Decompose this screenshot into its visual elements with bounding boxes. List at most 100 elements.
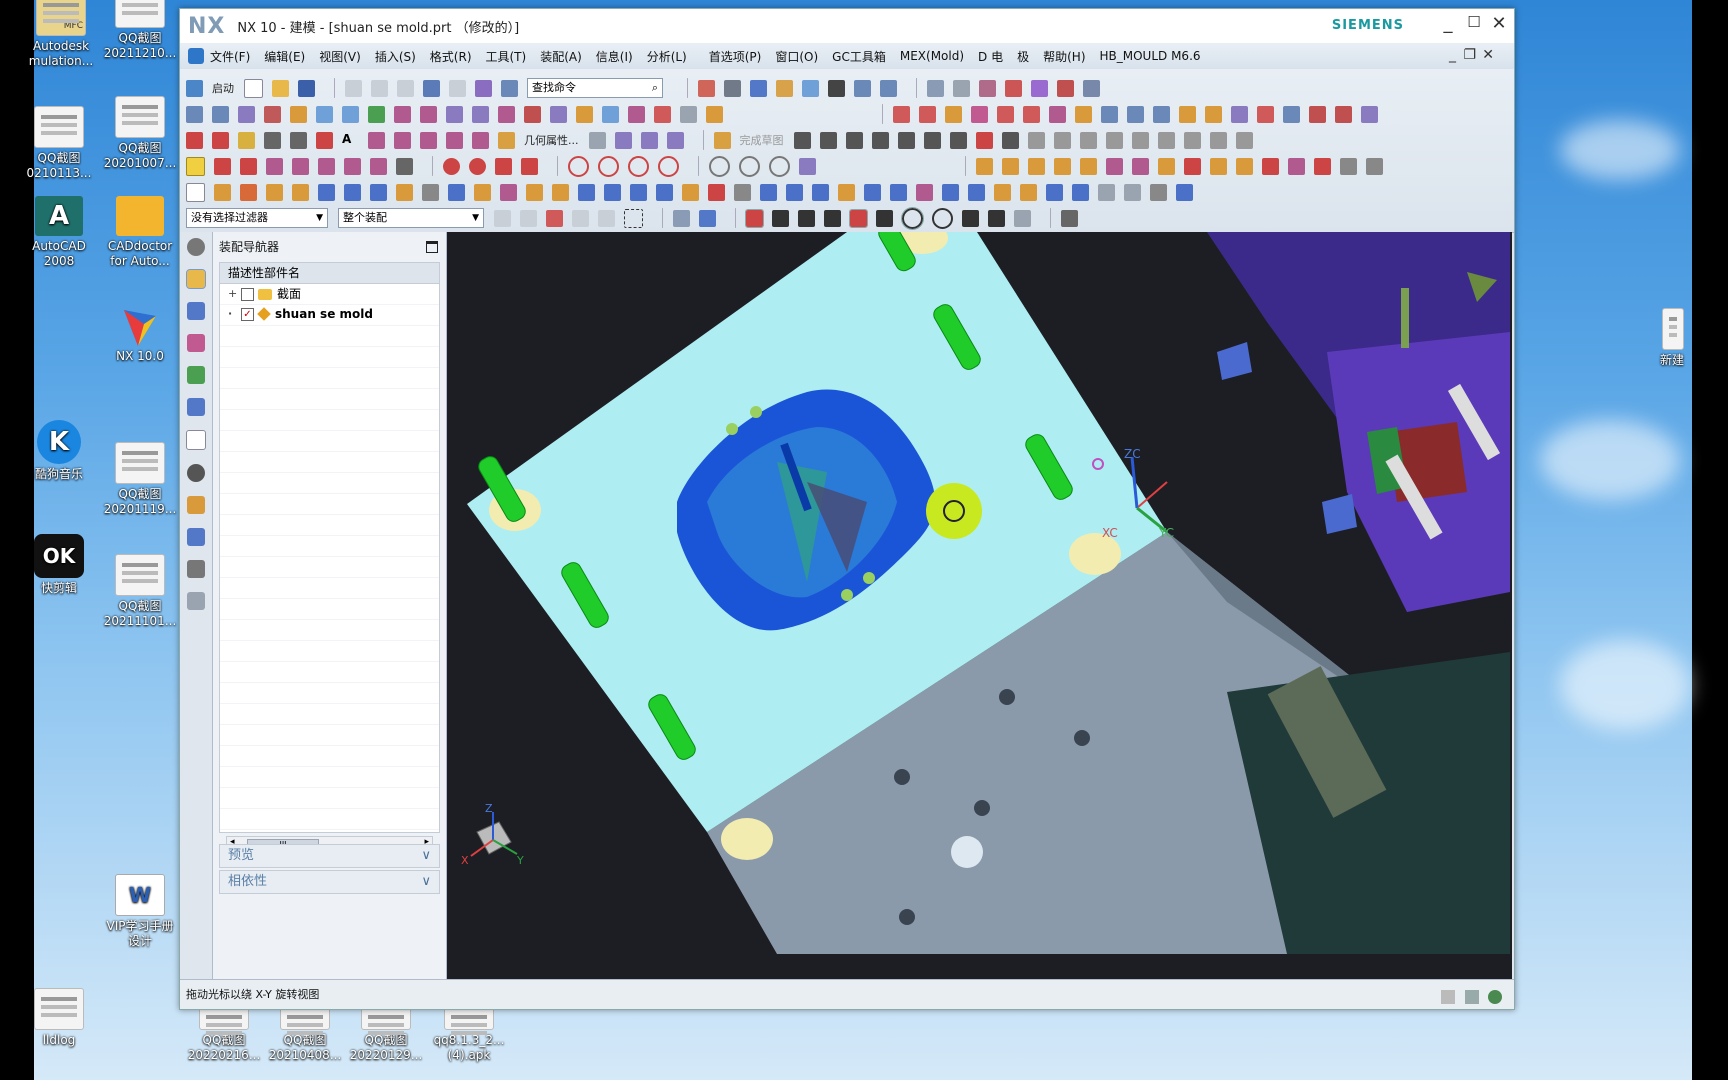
surface-tool-icon[interactable] <box>1309 105 1326 123</box>
offset-curve-icon[interactable] <box>1027 131 1045 149</box>
table-icon[interactable] <box>396 157 413 175</box>
desktop-icon-autodesk[interactable]: MFC Autodesk mulation... <box>20 0 102 69</box>
process-studio-icon[interactable] <box>187 528 205 546</box>
studio-spline-icon[interactable] <box>975 131 993 149</box>
analysis-curve-icon[interactable] <box>614 131 632 149</box>
nx-app-menu-icon[interactable] <box>188 48 204 64</box>
redo-icon[interactable] <box>449 79 466 97</box>
component-select-icon[interactable] <box>699 209 716 227</box>
desktop-icon-autocad[interactable]: A AutoCAD 2008 <box>18 196 100 269</box>
feature-tool-icon[interactable] <box>680 105 697 123</box>
doc-minimize-button[interactable]: _ <box>1449 47 1456 63</box>
draft-icon[interactable] <box>526 183 543 201</box>
feature-tool-icon[interactable] <box>316 105 333 123</box>
undo-icon[interactable] <box>423 79 440 97</box>
slider-icon[interactable] <box>1236 157 1253 175</box>
cut-icon[interactable] <box>345 79 362 97</box>
sketch-fillet-icon[interactable] <box>897 131 915 149</box>
column-header[interactable]: 描述性部件名 <box>219 262 440 284</box>
block-icon[interactable] <box>266 183 283 201</box>
analysis-icon[interactable] <box>1005 79 1022 97</box>
wave-link-icon[interactable] <box>799 157 816 175</box>
status-icon-3[interactable] <box>1488 990 1502 1004</box>
parting-icon[interactable] <box>1106 157 1123 175</box>
mold-csys-icon[interactable] <box>1028 157 1045 175</box>
feature-tool-icon[interactable] <box>472 105 489 123</box>
extend-icon[interactable] <box>420 131 437 149</box>
standard-part-icon[interactable] <box>1184 157 1201 175</box>
snap-quadrant-icon[interactable] <box>932 207 953 229</box>
constraint-icon[interactable] <box>1131 131 1149 149</box>
snap-icon[interactable] <box>475 79 492 97</box>
paste-icon[interactable] <box>397 79 414 97</box>
sew-icon[interactable] <box>604 183 621 201</box>
geometry-properties-icon[interactable] <box>498 131 515 149</box>
trim-icon[interactable] <box>394 131 411 149</box>
filter-reset-icon[interactable] <box>494 209 511 227</box>
node-checkbox[interactable] <box>241 287 254 301</box>
subtract-icon[interactable] <box>344 183 361 201</box>
expand-icon[interactable]: + <box>228 284 237 304</box>
roles-icon[interactable] <box>187 560 205 578</box>
reuse-library-icon[interactable] <box>187 366 205 384</box>
ellipse2-icon[interactable] <box>739 155 760 177</box>
geometry-properties-button[interactable]: 几何属性... <box>524 132 579 148</box>
view-cube-icon[interactable] <box>750 79 767 97</box>
chamfer-icon[interactable] <box>474 183 491 201</box>
surface-tool-icon[interactable] <box>1153 105 1170 123</box>
tree-node-part[interactable]: · ✓ shuan se mold <box>228 304 373 324</box>
curve-op3-icon[interactable] <box>318 157 335 175</box>
status-icon-1[interactable] <box>1441 990 1455 1004</box>
offset-icon[interactable] <box>368 131 385 149</box>
gate-icon[interactable] <box>1288 157 1305 175</box>
selection-mode-icon[interactable] <box>186 156 205 176</box>
preview-panel[interactable]: 预览 ∨ <box>219 844 440 868</box>
patch-icon[interactable] <box>1046 183 1063 201</box>
bend2-icon[interactable] <box>521 157 538 175</box>
mirror-feature-icon[interactable] <box>786 183 803 201</box>
feature-tool-icon[interactable] <box>628 105 645 123</box>
feature-tool-icon[interactable] <box>342 105 359 123</box>
sketch-icon[interactable] <box>713 131 731 149</box>
surface-tool-icon[interactable] <box>1257 105 1274 123</box>
desktop-icon-new[interactable]: 新建 <box>1642 308 1702 368</box>
cylinder-icon[interactable] <box>292 183 309 201</box>
menu-tools[interactable]: 工具(T) <box>486 48 527 65</box>
surface-tool-icon[interactable] <box>1023 105 1040 123</box>
feature-tool-icon[interactable] <box>212 105 229 123</box>
menu-mex-mold[interactable]: MEX(Mold) <box>900 49 964 63</box>
display-constraint-icon[interactable] <box>1209 131 1227 149</box>
desktop-icon-vip-manual[interactable]: W VIP学习手册 设计 <box>99 874 181 949</box>
electrode-icon[interactable] <box>1366 157 1383 175</box>
through-curves-icon[interactable] <box>864 183 881 201</box>
rectangle-icon[interactable] <box>264 131 281 149</box>
desktop-icon-qq7[interactable]: QQ截图 20210408... <box>264 1006 346 1063</box>
workpiece-icon[interactable] <box>1054 157 1071 175</box>
feature-tool-icon[interactable] <box>550 105 567 123</box>
desktop-icon-qq6[interactable]: QQ截图 20220216... <box>183 1006 265 1063</box>
menu-edit[interactable]: 编辑(E) <box>264 48 305 65</box>
ejector-icon[interactable] <box>1210 157 1227 175</box>
display-icon[interactable] <box>776 79 793 97</box>
feature-tool-icon[interactable] <box>264 105 281 123</box>
close-button[interactable]: ✕ <box>1487 13 1511 34</box>
new-file-icon[interactable] <box>244 78 263 98</box>
mold-icon[interactable] <box>1031 79 1048 97</box>
web-browser-icon[interactable] <box>186 430 206 450</box>
desktop-icon-qq2[interactable]: QQ截图 0210113... <box>18 106 100 181</box>
snap-on-face-icon[interactable] <box>1014 209 1031 227</box>
auto-constraint-icon[interactable] <box>1183 131 1201 149</box>
extrude-icon[interactable] <box>214 183 231 201</box>
new-body-icon[interactable] <box>186 182 205 202</box>
select-icon[interactable] <box>501 79 518 97</box>
view-orient-icon[interactable] <box>802 79 819 97</box>
sketch-arc-icon[interactable] <box>845 131 863 149</box>
menu-preferences[interactable]: 首选项(P) <box>709 48 762 65</box>
datum-axis-icon[interactable] <box>1124 183 1141 201</box>
extension-icon[interactable] <box>968 183 985 201</box>
chamfer-curve-icon[interactable] <box>472 131 489 149</box>
snap-intersection-icon[interactable] <box>824 209 841 227</box>
thicken-icon[interactable] <box>630 183 647 201</box>
feature-tool-icon[interactable] <box>576 105 593 123</box>
surface-tool-icon[interactable] <box>1049 105 1066 123</box>
